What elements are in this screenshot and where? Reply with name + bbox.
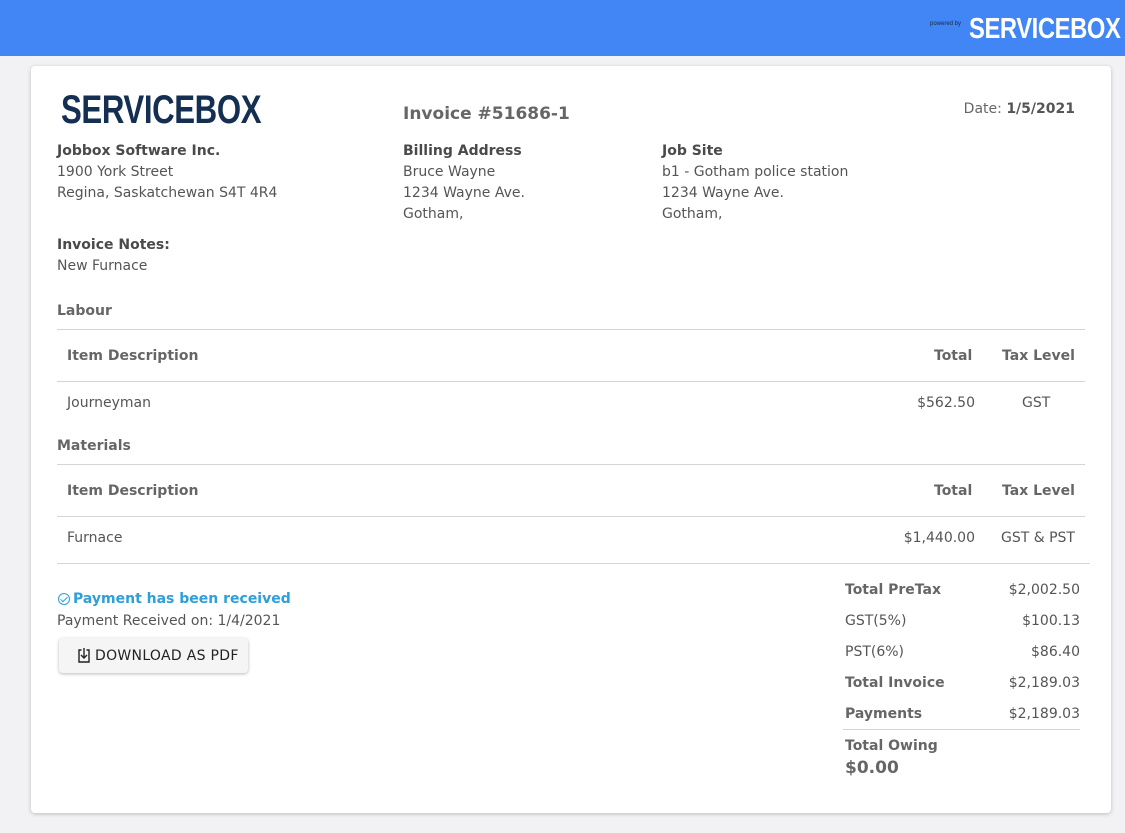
labour-row-description: Journeyman [67,395,151,411]
summary-pretax-value: $2,002.50 [1008,582,1080,598]
labour-section-title: Labour [57,303,112,319]
company-logo: SERVICEBOX [61,88,262,132]
summary-owing-label: Total Owing [845,738,938,754]
invoice-card: SERVICEBOX Invoice #51686-1 Date: 1/5/20… [31,66,1111,813]
summary-total-label: Total Invoice [845,675,945,691]
powered-by-text: powered by [930,21,962,27]
top-bar: powered by SERVICEBOX [0,0,1125,56]
summary-pretax-label: Total PreTax [845,582,942,598]
labour-header-description: Item Description [67,348,199,364]
materials-header-description: Item Description [67,483,199,499]
materials-section-title: Materials [57,438,131,454]
summary-pst-value: $86.40 [1031,644,1080,660]
labour-divider-top [57,329,1085,330]
company-address-line2: Regina, Saskatchewan S4T 4R4 [57,185,278,201]
company-address-line1: 1900 York Street [57,164,174,180]
download-icon [78,648,90,663]
materials-divider-top [57,464,1085,465]
labour-row-tax: GST [1022,395,1051,411]
summary-gst-label: GST(5%) [845,613,907,629]
job-site-name: b1 - Gotham police station [662,164,849,180]
summary-payments-label: Payments [845,706,923,722]
labour-divider-header [57,381,1085,382]
summary-pst-label: PST(6%) [845,644,905,660]
billing-address-heading: Billing Address [403,143,522,159]
materials-header-tax: Tax Level [1002,483,1075,499]
job-site-heading: Job Site [662,143,723,159]
billing-city: Gotham, [403,206,464,222]
servicebox-logo-top[interactable]: SERVICEBOX [969,15,1121,44]
job-site-city: Gotham, [662,206,723,222]
payment-status-text: Payment has been received [73,591,291,607]
company-name: Jobbox Software Inc. [57,143,221,159]
date-value: 1/5/2021 [1006,101,1075,117]
summary-payments-value: $2,189.03 [1008,706,1080,722]
payment-status: Payment has been received [58,591,291,607]
invoice-date: Date: 1/5/2021 [964,101,1075,117]
materials-row-tax: GST & PST [1001,530,1075,546]
date-label: Date: [963,101,1002,117]
summary-divider [843,729,1080,730]
materials-row-total: $1,440.00 [903,530,975,546]
labour-header-tax: Tax Level [1002,348,1075,364]
invoice-notes-heading: Invoice Notes: [57,237,170,253]
labour-row-total: $562.50 [917,395,975,411]
download-pdf-button[interactable]: DOWNLOAD AS PDF [59,638,248,673]
materials-header-total: Total [934,483,973,499]
invoice-title: Invoice #51686-1 [403,104,570,124]
labour-header-total: Total [934,348,973,364]
download-pdf-label: DOWNLOAD AS PDF [95,647,239,664]
payment-received-date: Payment Received on: 1/4/2021 [57,613,281,629]
summary-gst-value: $100.13 [1022,613,1080,629]
summary-total-value: $2,189.03 [1008,675,1080,691]
summary-owing-value: $0.00 [845,758,899,778]
job-site-street: 1234 Wayne Ave. [662,185,784,201]
billing-street: 1234 Wayne Ave. [403,185,525,201]
materials-divider-header [57,516,1085,517]
invoice-notes-text: New Furnace [57,258,148,274]
materials-divider-bottom [57,563,1090,564]
materials-row-description: Furnace [67,530,123,546]
billing-name: Bruce Wayne [403,164,496,180]
check-circle-icon [58,593,70,605]
